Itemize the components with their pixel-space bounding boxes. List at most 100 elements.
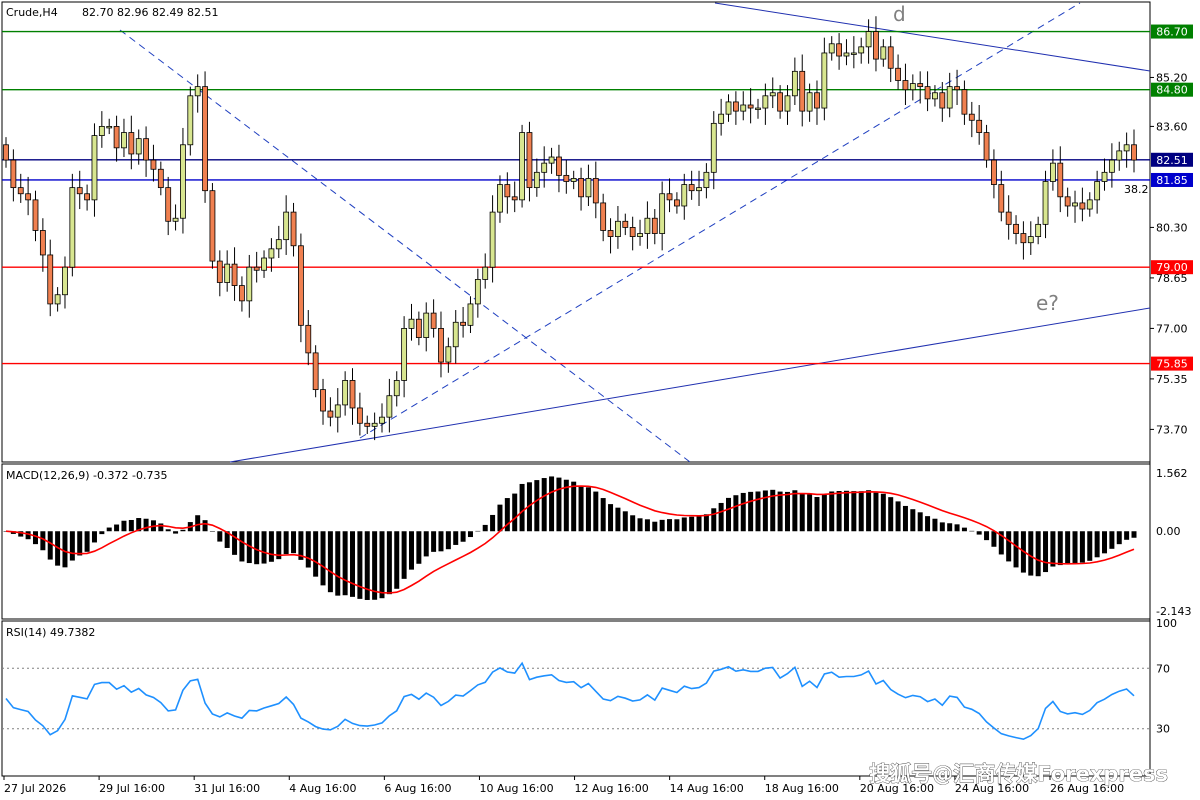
macd-tick-1: 0.00 xyxy=(1156,525,1181,538)
macd-bar-26 xyxy=(195,515,201,532)
macd-signal-line xyxy=(5,485,1135,594)
macd-bar-54 xyxy=(401,531,407,579)
macd-bar-35 xyxy=(261,531,267,564)
candle-body-141 xyxy=(1042,181,1049,225)
macd-bar-80 xyxy=(593,491,599,532)
time-tick-3: 4 Aug 16:00 xyxy=(289,782,356,795)
macd-bar-17 xyxy=(128,519,134,532)
macd-bar-100 xyxy=(740,492,746,532)
candle-body-14 xyxy=(106,126,113,129)
macd-bar-60 xyxy=(445,531,451,550)
macd-bar-57 xyxy=(423,531,429,557)
candle-body-8 xyxy=(62,266,68,296)
time-tick-2: 31 Jul 16:00 xyxy=(194,782,260,795)
candle-body-80 xyxy=(592,178,599,204)
candle-body-50 xyxy=(371,422,378,427)
price-tick-5: 80.30 xyxy=(1156,221,1188,234)
macd-bar-119 xyxy=(880,493,886,532)
candle-body-48 xyxy=(356,407,363,424)
macd-bar-101 xyxy=(748,491,754,532)
macd-bar-31 xyxy=(232,531,238,555)
macd-bar-99 xyxy=(733,495,739,532)
level-tag-4: 79.00 xyxy=(1156,261,1188,274)
macd-bar-50 xyxy=(372,531,378,600)
macd-bar-131 xyxy=(969,530,975,532)
macd-tick-0: 1.562 xyxy=(1156,467,1188,480)
candle-body-153 xyxy=(1131,144,1137,161)
macd-bar-153 xyxy=(1131,531,1137,538)
macd-bar-83 xyxy=(615,507,621,532)
macd-bar-64 xyxy=(475,530,481,532)
candle-body-7 xyxy=(54,294,61,305)
main-price-axis: 85.2083.6080.3078.6577.0075.3573.70 xyxy=(1150,71,1188,436)
macd-bar-94 xyxy=(696,516,702,532)
candle-body-92 xyxy=(681,184,688,207)
macd-bar-114 xyxy=(843,490,849,532)
macd-bar-88 xyxy=(652,521,658,532)
candle-body-56 xyxy=(415,318,422,338)
macd-bar-24 xyxy=(180,529,186,532)
candle-body-127 xyxy=(939,92,946,109)
time-tick-5: 10 Aug 16:00 xyxy=(479,782,553,795)
macd-histogram xyxy=(3,476,1137,600)
candle-body-106 xyxy=(784,95,791,112)
macd-bar-143 xyxy=(1057,531,1063,566)
candle-body-100 xyxy=(740,104,747,112)
macd-bar-46 xyxy=(342,531,348,596)
macd-bar-75 xyxy=(556,477,562,532)
macd-bar-126 xyxy=(932,518,938,532)
macd-bar-19 xyxy=(143,518,149,532)
candle-body-82 xyxy=(607,230,614,237)
candle-body-122 xyxy=(902,80,909,91)
candle-body-38 xyxy=(283,211,290,241)
candle-body-30 xyxy=(224,263,231,283)
macd-bar-111 xyxy=(821,494,827,532)
macd-bar-91 xyxy=(674,519,680,532)
macd-bar-11 xyxy=(84,531,90,552)
candle-body-103 xyxy=(762,95,769,109)
candle-body-110 xyxy=(814,92,820,109)
candle-body-125 xyxy=(924,86,931,100)
macd-bar-44 xyxy=(327,531,333,593)
candle-body-39 xyxy=(290,211,297,247)
candle-body-53 xyxy=(393,380,400,397)
macd-bar-45 xyxy=(335,531,341,596)
macd-bar-6 xyxy=(47,531,53,560)
candle-body-148 xyxy=(1094,181,1101,201)
candle-body-6 xyxy=(47,254,54,305)
macd-bar-27 xyxy=(202,520,208,532)
candle-body-140 xyxy=(1035,223,1042,237)
candle-body-135 xyxy=(998,184,1005,213)
candle-body-150 xyxy=(1108,159,1115,173)
macd-bar-4 xyxy=(32,531,38,545)
macd-bar-95 xyxy=(703,514,709,532)
candle-body-67 xyxy=(497,184,503,213)
candle-body-45 xyxy=(334,404,341,418)
macd-bar-129 xyxy=(954,524,960,532)
macd-bar-66 xyxy=(490,514,496,532)
candle-body-149 xyxy=(1101,171,1108,182)
rsi-line xyxy=(5,661,1135,741)
candle-body-4 xyxy=(32,199,39,231)
level-tag-3: 81.85 xyxy=(1156,174,1188,187)
candle-body-89 xyxy=(659,193,666,234)
candle-body-98 xyxy=(725,101,732,115)
candle-body-79 xyxy=(585,178,592,198)
candle-body-97 xyxy=(718,113,725,124)
macd-bar-140 xyxy=(1035,531,1041,577)
macd-bar-77 xyxy=(571,481,577,532)
candle-body-83 xyxy=(615,220,621,237)
macd-bar-98 xyxy=(726,497,732,532)
macd-bar-93 xyxy=(689,516,695,532)
macd-bar-14 xyxy=(106,527,112,532)
candle-body-36 xyxy=(268,248,275,259)
candle-body-41 xyxy=(305,324,312,354)
macd-bar-137 xyxy=(1013,531,1019,568)
macd-bar-23 xyxy=(173,531,179,534)
candle-body-113 xyxy=(836,43,842,57)
macd-bar-110 xyxy=(814,497,820,532)
candle-body-126 xyxy=(932,92,938,100)
macd-bar-133 xyxy=(984,531,990,541)
candle-body-114 xyxy=(843,52,850,57)
candle-body-47 xyxy=(349,380,356,409)
